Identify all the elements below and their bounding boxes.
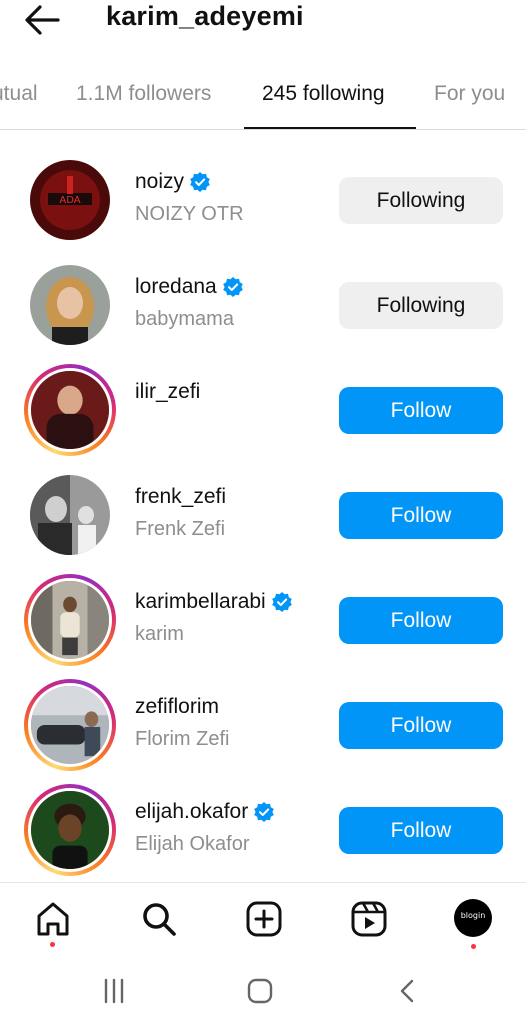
home-circle-icon	[247, 978, 273, 1004]
avatar[interactable]	[24, 469, 116, 561]
verified-badge-icon	[271, 592, 292, 612]
arrow-left-icon	[25, 5, 60, 35]
user-fullname: NOIZY OTR	[135, 203, 244, 225]
nav-profile-avatar[interactable]: blogin	[454, 899, 492, 937]
back-chevron-icon	[400, 979, 414, 1003]
user-handle[interactable]: loredana	[135, 275, 217, 299]
tab-following[interactable]: 245 following	[262, 82, 385, 106]
tab-for-you[interactable]: For you	[434, 82, 505, 106]
avatar[interactable]	[24, 259, 116, 351]
nav-home[interactable]	[33, 899, 73, 939]
nav-search[interactable]	[139, 899, 179, 939]
user-handle[interactable]: frenk_zefi	[135, 485, 226, 509]
tab-mutual[interactable]: utual	[0, 82, 38, 106]
recents-icon	[104, 978, 124, 1004]
verified-badge-icon	[222, 277, 243, 297]
user-handle[interactable]: elijah.okafor	[135, 800, 248, 824]
back-system-button[interactable]	[388, 976, 428, 1006]
following-button[interactable]: Following	[339, 177, 503, 224]
home-system-button[interactable]	[240, 976, 280, 1006]
back-button[interactable]	[22, 4, 62, 36]
follow-button[interactable]: Follow	[339, 492, 503, 539]
follow-button[interactable]: Follow	[339, 807, 503, 854]
follow-button[interactable]: Follow	[339, 387, 503, 434]
verified-badge-icon	[190, 172, 210, 192]
avatar-story-ring[interactable]	[24, 784, 116, 876]
verified-badge-icon	[254, 802, 275, 822]
list-item[interactable]: zefiflorim Florim Zefi Follow	[0, 673, 526, 778]
home-icon	[37, 902, 69, 936]
notification-dot	[50, 942, 55, 947]
follow-button[interactable]: Follow	[339, 597, 503, 644]
svg-text:ADA: ADA	[59, 195, 80, 206]
tab-bar: utual 1.1M followers 245 following For y…	[0, 62, 526, 130]
user-handle[interactable]: karimbellarabi	[135, 590, 266, 614]
create-icon	[246, 901, 282, 937]
user-fullname: Frenk Zefi	[135, 518, 226, 540]
list-item[interactable]: ilir_zefi Follow	[0, 358, 526, 463]
search-icon	[143, 903, 176, 936]
user-handle[interactable]: ilir_zefi	[135, 380, 200, 404]
list-item[interactable]: elijah.okafor Elijah Okafor Follow	[0, 778, 526, 883]
recents-button[interactable]	[94, 976, 134, 1006]
user-fullname: karim	[135, 623, 184, 645]
reels-icon	[351, 901, 387, 937]
user-handle[interactable]: zefiflorim	[135, 695, 219, 719]
bottom-nav: blogin	[0, 882, 526, 962]
notification-dot	[471, 944, 476, 949]
list-item[interactable]: loredana babymama Following	[0, 253, 526, 358]
user-fullname: Elijah Okafor	[135, 833, 250, 855]
list-item[interactable]: karimbellarabi karim Follow	[0, 568, 526, 673]
nav-create[interactable]	[244, 899, 284, 939]
follow-button[interactable]: Follow	[339, 702, 503, 749]
list-item[interactable]: ADA noizy NOIZY OTR Following	[0, 148, 526, 253]
active-tab-indicator	[244, 127, 416, 129]
user-fullname: Florim Zefi	[135, 728, 230, 750]
profile-avatar-text: blogin	[460, 911, 486, 920]
top-bar: karim_adeyemi	[0, 0, 526, 44]
tab-followers[interactable]: 1.1M followers	[76, 82, 211, 106]
avatar[interactable]: ADA	[24, 154, 116, 246]
following-button[interactable]: Following	[339, 282, 503, 329]
user-fullname: babymama	[135, 308, 234, 330]
system-nav-bar	[0, 962, 526, 1024]
nav-reels[interactable]	[349, 899, 389, 939]
user-handle[interactable]: noizy	[135, 170, 184, 194]
profile-username: karim_adeyemi	[106, 1, 304, 31]
list-item[interactable]: frenk_zefi Frenk Zefi Follow	[0, 463, 526, 568]
avatar-story-ring[interactable]	[24, 679, 116, 771]
avatar-story-ring[interactable]	[24, 364, 116, 456]
avatar-story-ring[interactable]	[24, 574, 116, 666]
